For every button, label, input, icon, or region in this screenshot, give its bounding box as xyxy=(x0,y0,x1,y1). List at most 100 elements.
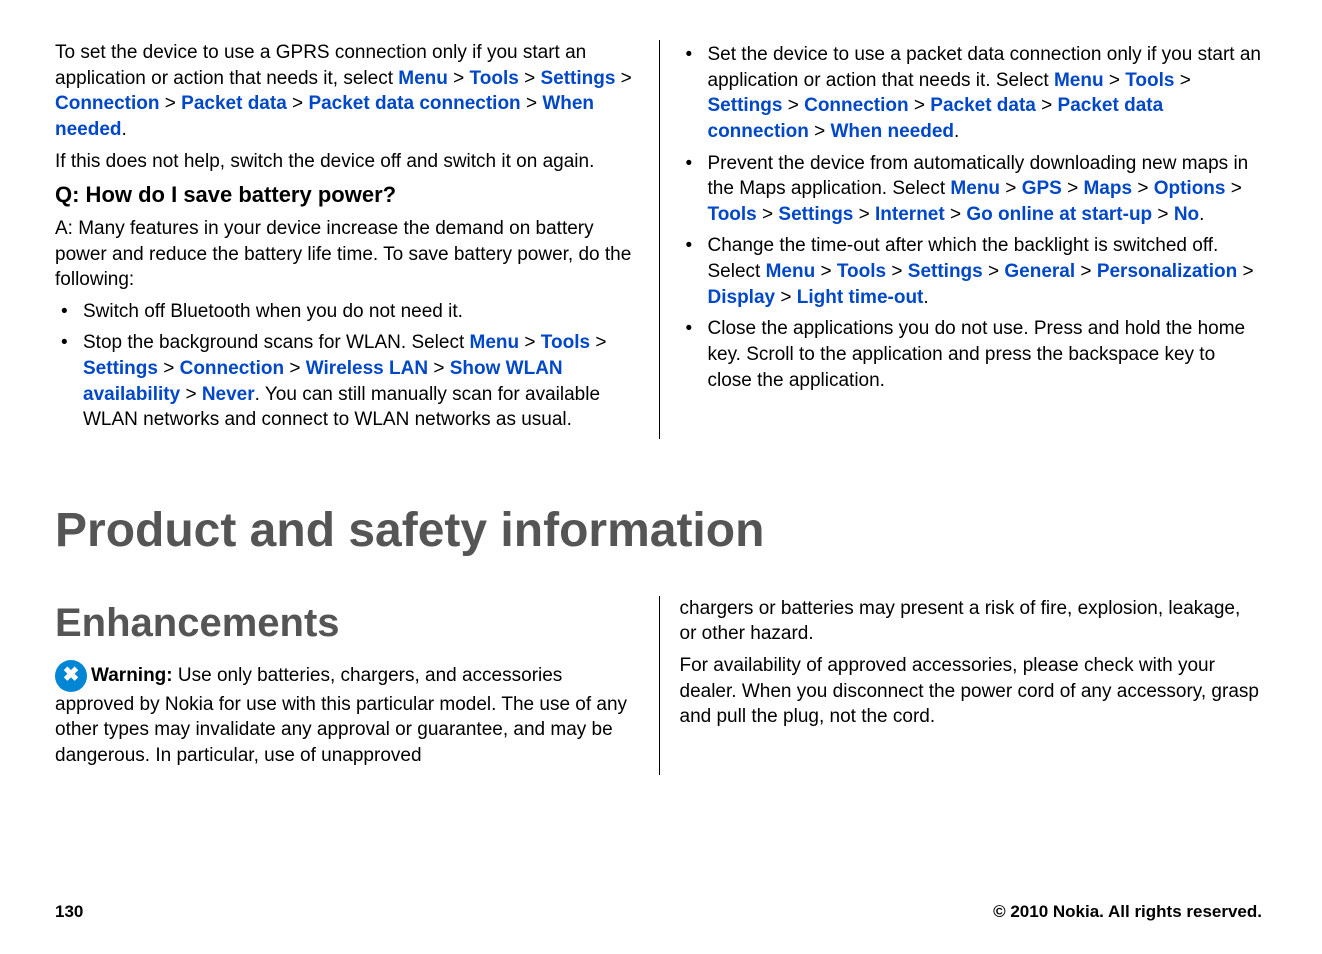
page-footer: 130 © 2010 Nokia. All rights reserved. xyxy=(55,901,1262,924)
menu-link[interactable]: Go online at start-up xyxy=(966,204,1152,225)
menu-link[interactable]: Settings xyxy=(908,261,983,282)
menu-link[interactable]: Menu xyxy=(950,178,1000,199)
menu-link[interactable]: Tools xyxy=(837,261,886,282)
text: Switch off Bluetooth when you do not nee… xyxy=(83,301,463,322)
list-item: Stop the background scans for WLAN. Sele… xyxy=(55,330,639,433)
menu-link[interactable]: Menu xyxy=(398,68,448,89)
breadcrumb-separator: > xyxy=(815,261,837,282)
breadcrumb-separator: > xyxy=(1225,178,1241,199)
menu-link[interactable]: Tools xyxy=(1125,70,1174,91)
breadcrumb-separator: > xyxy=(809,121,831,142)
menu-link[interactable]: Options xyxy=(1154,178,1226,199)
breadcrumb-separator: > xyxy=(945,204,967,225)
breadcrumb-separator: > xyxy=(448,68,470,89)
breadcrumb-separator: > xyxy=(519,332,541,353)
list-item: Set the device to use a packet data conn… xyxy=(680,42,1263,145)
breadcrumb-separator: > xyxy=(983,261,1005,282)
menu-link[interactable]: Settings xyxy=(778,204,853,225)
breadcrumb-separator: > xyxy=(160,93,182,114)
chapter-heading: Product and safety information xyxy=(55,499,1262,564)
breadcrumb-separator: > xyxy=(853,204,875,225)
breadcrumb-separator: > xyxy=(158,358,180,379)
breadcrumb-separator: > xyxy=(180,384,202,405)
text: . xyxy=(923,287,928,308)
menu-link[interactable]: Tools xyxy=(470,68,519,89)
accessories-paragraph: For availability of approved accessories… xyxy=(680,653,1263,730)
breadcrumb-separator: > xyxy=(615,68,631,89)
menu-link[interactable]: Packet data connection xyxy=(308,93,520,114)
tips-list-right: Set the device to use a packet data conn… xyxy=(680,42,1263,393)
menu-link[interactable]: Menu xyxy=(766,261,816,282)
text: . xyxy=(122,119,127,140)
section-heading: Enhancements xyxy=(55,596,639,650)
menu-link[interactable]: Internet xyxy=(875,204,945,225)
menu-link[interactable]: Never xyxy=(202,384,255,405)
menu-link[interactable]: Light time-out xyxy=(797,287,924,308)
menu-link[interactable]: Connection xyxy=(180,358,285,379)
menu-link[interactable]: When needed xyxy=(831,121,955,142)
col-right: chargers or batteries may present a risk… xyxy=(659,596,1263,775)
breadcrumb-separator: > xyxy=(1036,95,1058,116)
menu-link[interactable]: Tools xyxy=(708,204,757,225)
breadcrumb-separator: > xyxy=(1174,70,1190,91)
menu-link[interactable]: General xyxy=(1004,261,1075,282)
breadcrumb-separator: > xyxy=(590,332,606,353)
menu-link[interactable]: GPS xyxy=(1022,178,1062,199)
breadcrumb-separator: > xyxy=(1104,70,1126,91)
breadcrumb-separator: > xyxy=(1132,178,1154,199)
col-left: To set the device to use a GPRS connecti… xyxy=(55,40,659,439)
text: Stop the background scans for WLAN. Sele… xyxy=(83,332,470,353)
enhancements-columns: Enhancements Warning: Use only batteries… xyxy=(55,596,1262,775)
enhancements-section: Enhancements Warning: Use only batteries… xyxy=(55,596,1262,775)
menu-link[interactable]: Packet data xyxy=(181,93,287,114)
breadcrumb-separator: > xyxy=(1062,178,1084,199)
copyright: © 2010 Nokia. All rights reserved. xyxy=(993,901,1262,924)
menu-link[interactable]: Connection xyxy=(55,93,160,114)
tips-list-left: Switch off Bluetooth when you do not nee… xyxy=(55,299,639,433)
breadcrumb-separator: > xyxy=(521,93,543,114)
troubleshooting-columns: To set the device to use a GPRS connecti… xyxy=(55,40,1262,439)
nav-path: Menu > Tools > Settings > General > Pers… xyxy=(708,261,1254,308)
breadcrumb-separator: > xyxy=(1152,204,1174,225)
breadcrumb-separator: > xyxy=(287,93,309,114)
breadcrumb-separator: > xyxy=(782,95,804,116)
menu-link[interactable]: Menu xyxy=(470,332,520,353)
text: . xyxy=(1199,204,1204,225)
menu-link[interactable]: Wireless LAN xyxy=(306,358,428,379)
menu-link[interactable]: No xyxy=(1174,204,1199,225)
breadcrumb-separator: > xyxy=(1000,178,1022,199)
breadcrumb-separator: > xyxy=(428,358,450,379)
menu-link[interactable]: Settings xyxy=(708,95,783,116)
breadcrumb-separator: > xyxy=(1237,261,1253,282)
warning-paragraph: Warning: Use only batteries, chargers, a… xyxy=(55,660,639,769)
breadcrumb-separator: > xyxy=(775,287,797,308)
breadcrumb-separator: > xyxy=(757,204,779,225)
breadcrumb-separator: > xyxy=(886,261,908,282)
menu-link[interactable]: Display xyxy=(708,287,776,308)
restart-paragraph: If this does not help, switch the device… xyxy=(55,149,639,175)
menu-link[interactable]: Packet data xyxy=(930,95,1036,116)
text: . xyxy=(954,121,959,142)
warning-icon xyxy=(55,660,87,692)
breadcrumb-separator: > xyxy=(284,358,306,379)
warning-continued: chargers or batteries may present a risk… xyxy=(680,596,1263,647)
col-left: Enhancements Warning: Use only batteries… xyxy=(55,596,659,775)
list-item: Prevent the device from automatically do… xyxy=(680,151,1263,228)
menu-link[interactable]: Personalization xyxy=(1097,261,1237,282)
list-item: Close the applications you do not use. P… xyxy=(680,316,1263,393)
breadcrumb-separator: > xyxy=(909,95,931,116)
warning-label: Warning: xyxy=(91,665,173,686)
question-heading: Q: How do I save battery power? xyxy=(55,180,639,210)
list-item: Switch off Bluetooth when you do not nee… xyxy=(55,299,639,325)
menu-link[interactable]: Settings xyxy=(83,358,158,379)
menu-link[interactable]: Settings xyxy=(540,68,615,89)
menu-link[interactable]: Tools xyxy=(541,332,590,353)
breadcrumb-separator: > xyxy=(1075,261,1097,282)
page-number: 130 xyxy=(55,901,83,924)
menu-link[interactable]: Menu xyxy=(1054,70,1104,91)
menu-link[interactable]: Connection xyxy=(804,95,909,116)
list-item: Change the time-out after which the back… xyxy=(680,233,1263,310)
gprs-paragraph: To set the device to use a GPRS connecti… xyxy=(55,40,639,143)
breadcrumb-separator: > xyxy=(519,68,541,89)
menu-link[interactable]: Maps xyxy=(1083,178,1132,199)
